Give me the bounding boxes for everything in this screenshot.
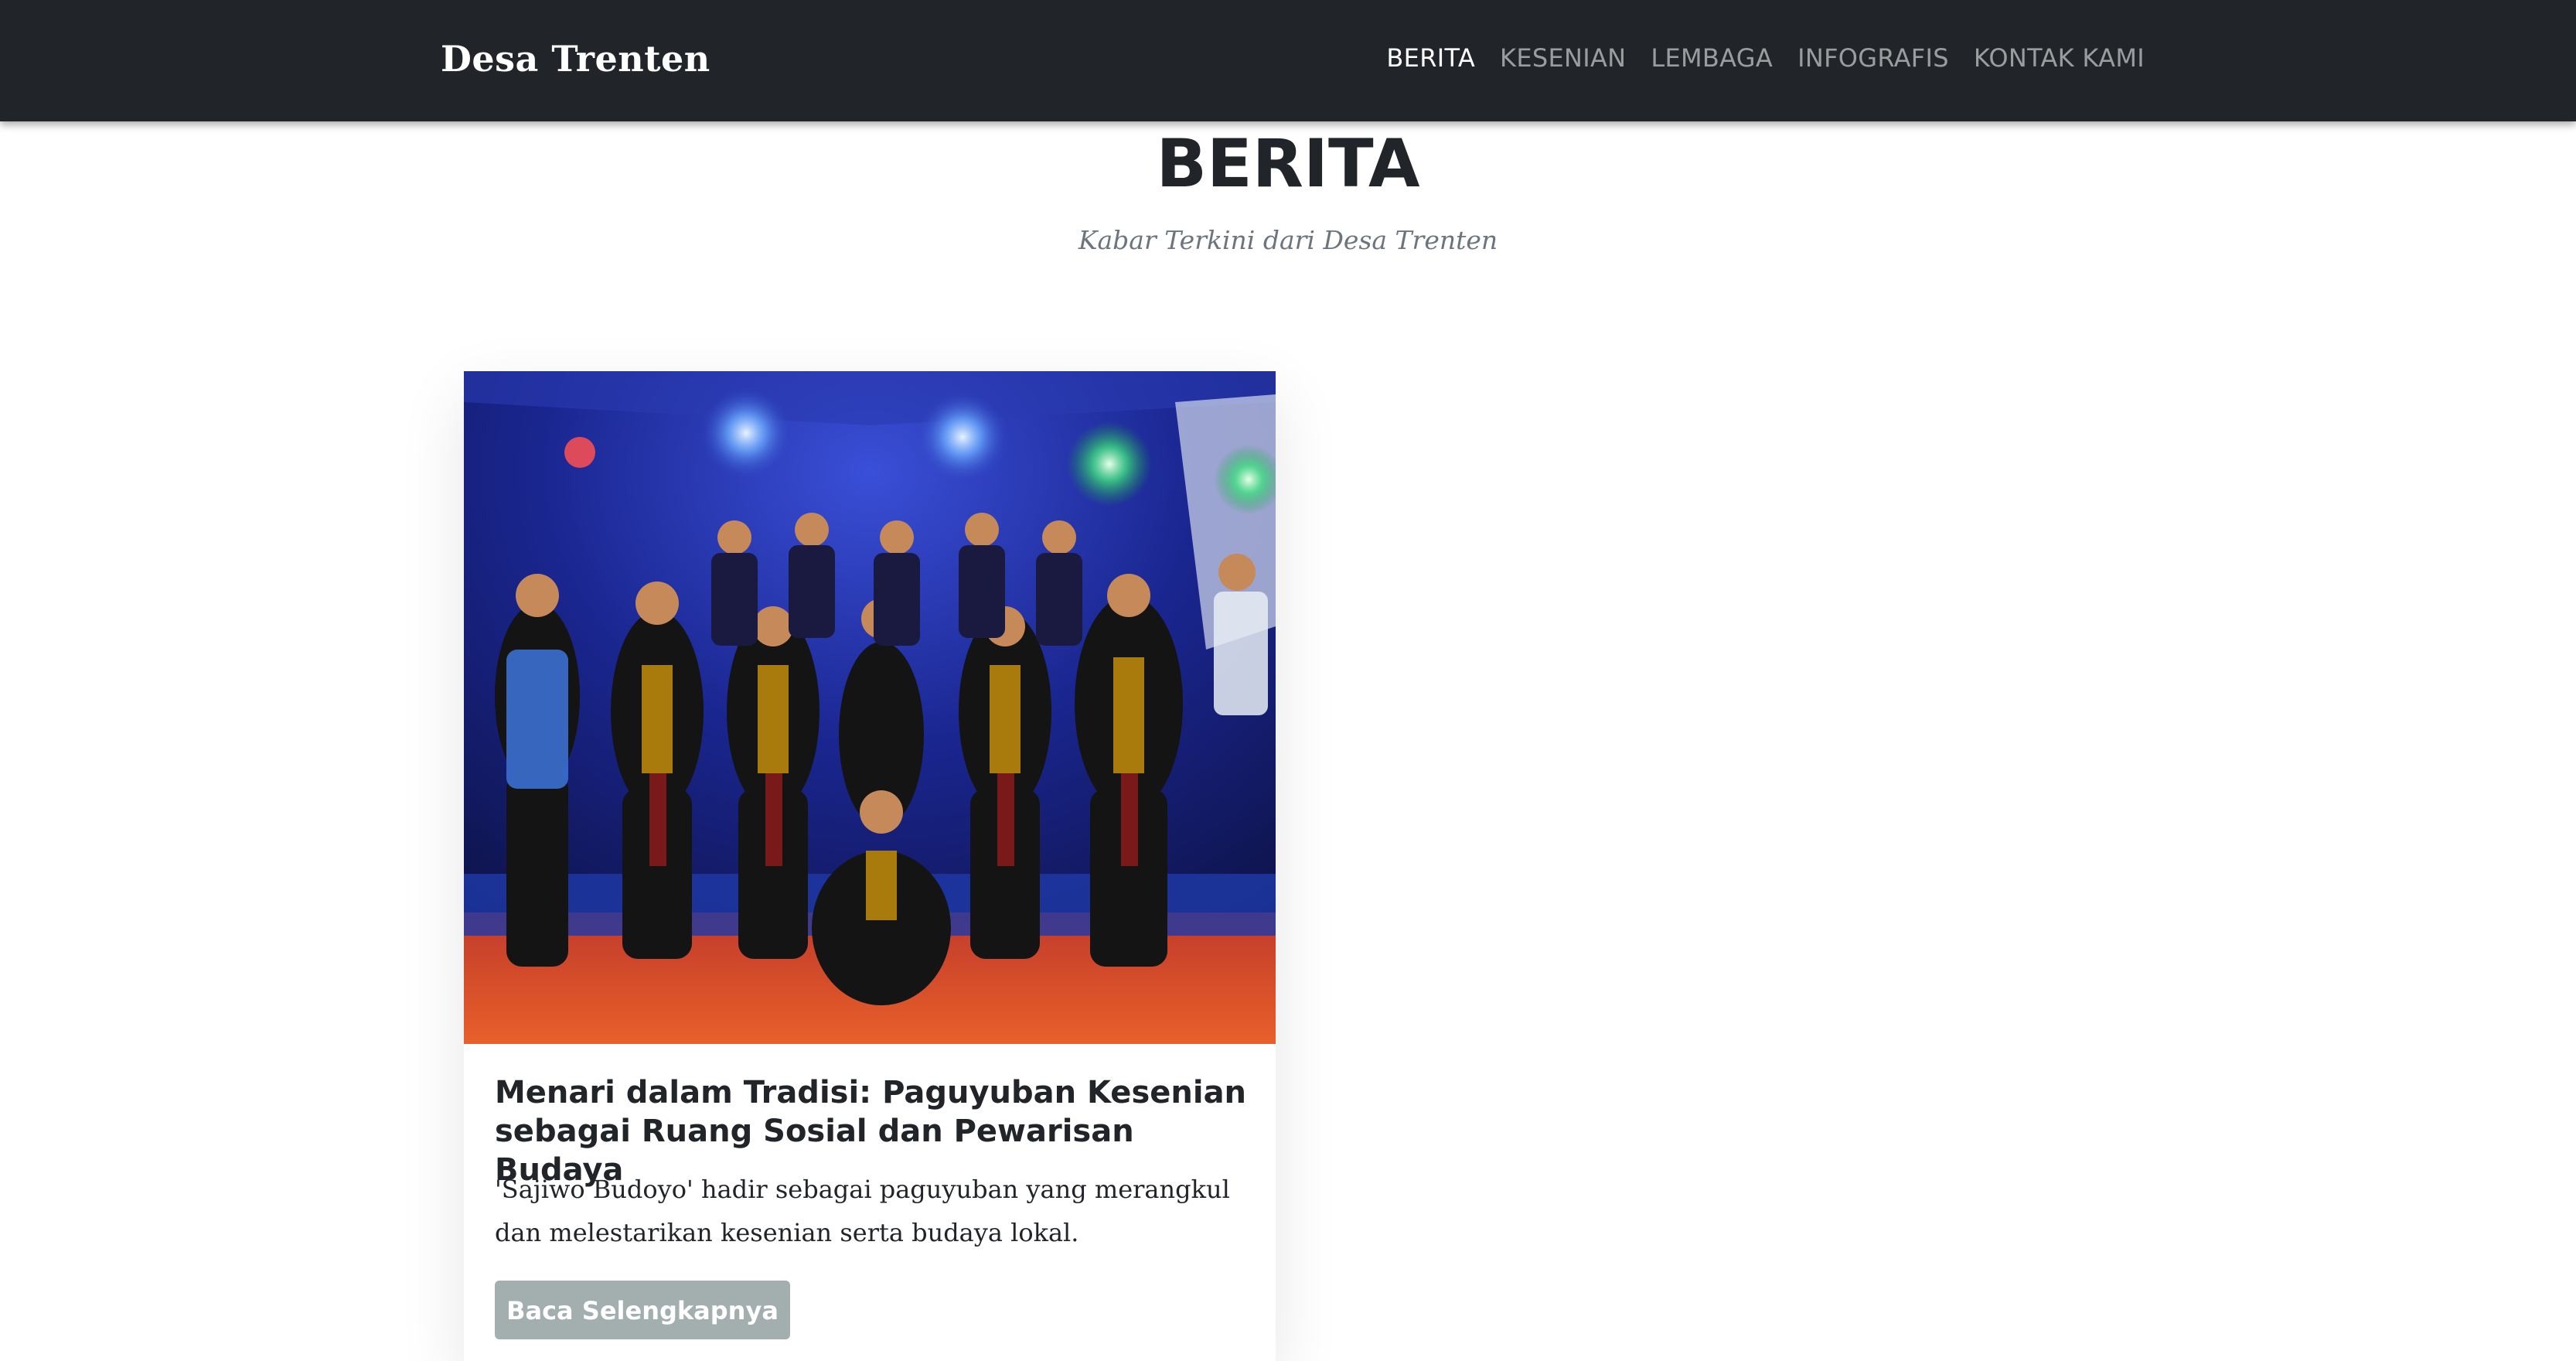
navbar: Desa Trenten BERITA KESENIAN LEMBAGA INF…	[0, 0, 2576, 121]
nav-menu: BERITA KESENIAN LEMBAGA INFOGRAFIS KONTA…	[1386, 39, 2145, 77]
page-subtitle: Kabar Terkini dari Desa Trenten	[1078, 225, 1498, 255]
article-card: Menari dalam Tradisi: Paguyuban Kesenian…	[464, 371, 1276, 1361]
brand-logo[interactable]: Desa Trenten	[441, 36, 710, 82]
article-image[interactable]	[464, 371, 1276, 1044]
nav-item-lembaga[interactable]: LEMBAGA	[1651, 39, 1773, 77]
dancers-photo	[464, 371, 1276, 1044]
read-more-button[interactable]: Baca Selengkapnya	[495, 1281, 790, 1339]
nav-item-kesenian[interactable]: KESENIAN	[1500, 39, 1626, 77]
page-title: BERITA	[1156, 125, 1420, 203]
nav-item-kontak-kami[interactable]: KONTAK KAMI	[1974, 39, 2145, 77]
nav-item-infografis[interactable]: INFOGRAFIS	[1797, 39, 1949, 77]
nav-item-berita[interactable]: BERITA	[1386, 39, 1475, 77]
article-description: 'Sajiwo Budoyo' hadir sebagai paguyuban …	[495, 1175, 1230, 1247]
